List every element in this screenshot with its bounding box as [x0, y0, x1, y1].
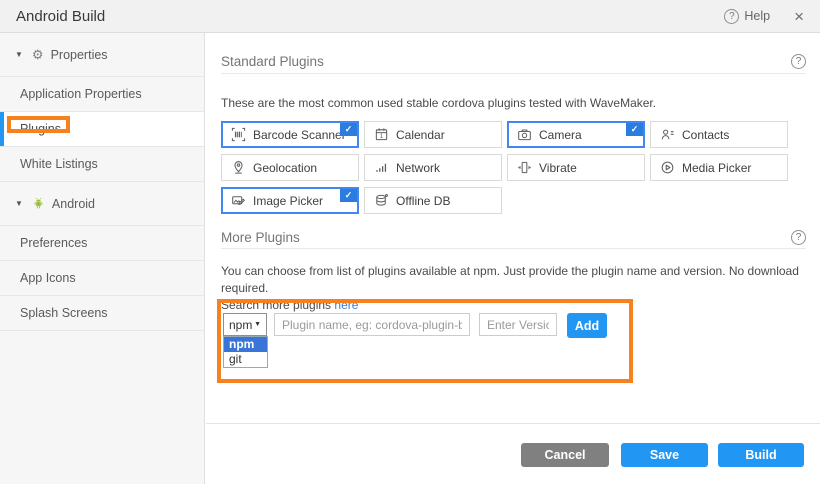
sidebar-item-label: Preferences — [20, 236, 87, 250]
sidebar-item-plugins[interactable]: Plugins — [0, 112, 204, 147]
plugin-name-input[interactable] — [274, 313, 470, 336]
section-divider — [221, 248, 806, 249]
more-plugins-header: More Plugins ? — [221, 229, 806, 245]
sidebar-item-splash-screens[interactable]: Splash Screens — [0, 296, 204, 331]
checkmark-icon: ✓ — [340, 189, 357, 202]
sidebar-item-application-properties[interactable]: Application Properties — [0, 77, 204, 112]
plugin-card-vibrate[interactable]: Vibrate — [507, 154, 645, 181]
checkmark-icon: ✓ — [340, 123, 357, 136]
search-here-link[interactable]: here — [334, 298, 358, 312]
sidebar-item-label: Properties — [51, 48, 108, 62]
main-content: Standard Plugins ? These are the most co… — [206, 33, 820, 484]
plugin-label: Offline DB — [396, 194, 450, 208]
plugin-card-offline-db[interactable]: Offline DB — [364, 187, 502, 214]
sidebar-item-white-listings[interactable]: White Listings — [0, 147, 204, 182]
vibrate-icon — [517, 160, 539, 175]
sidebar-item-android[interactable]: ▼ Android — [0, 182, 204, 226]
barcode-scanner-icon — [231, 127, 253, 142]
help-icon: ? — [724, 9, 739, 24]
sidebar-item-preferences[interactable]: Preferences — [0, 226, 204, 261]
plugin-label: Vibrate — [539, 161, 577, 175]
caret-down-icon: ▼ — [15, 50, 23, 59]
gear-icon: ⚙ — [32, 48, 44, 61]
help-button[interactable]: ? Help — [724, 9, 770, 24]
contacts-icon — [660, 127, 682, 142]
caret-down-icon: ▼ — [15, 199, 23, 208]
help-label: Help — [744, 9, 770, 23]
plugin-card-network[interactable]: Network — [364, 154, 502, 181]
dropdown-option-npm[interactable]: npm — [224, 337, 267, 352]
plugin-label: Geolocation — [253, 161, 317, 175]
source-select-value: npm — [229, 318, 252, 332]
plugin-card-media-picker[interactable]: Media Picker — [650, 154, 788, 181]
plugin-card-calendar[interactable]: 1 Calendar — [364, 121, 502, 148]
description-text: You can choose from list of plugins avai… — [221, 264, 799, 295]
source-select-dropdown: npm git — [223, 336, 268, 368]
calendar-icon: 1 — [374, 127, 396, 142]
section-divider — [221, 73, 806, 74]
dropdown-option-git[interactable]: git — [224, 352, 267, 367]
chevron-down-icon: ▼ — [254, 321, 261, 328]
save-button[interactable]: Save — [621, 443, 708, 467]
plugin-label: Media Picker — [682, 161, 751, 175]
media-picker-icon — [660, 160, 682, 175]
plugin-card-camera[interactable]: Camera ✓ — [507, 121, 645, 148]
image-picker-icon — [231, 193, 253, 208]
geolocation-icon — [231, 160, 253, 175]
section-help-icon[interactable]: ? — [791, 54, 806, 69]
plugin-label: Camera — [539, 128, 582, 142]
sidebar-item-label: White Listings — [20, 157, 98, 171]
camera-icon — [517, 127, 539, 142]
plugin-card-image-picker[interactable]: Image Picker ✓ — [221, 187, 359, 214]
network-icon — [374, 160, 396, 175]
svg-text:1: 1 — [380, 133, 384, 140]
add-plugin-controls: npm ▼ Add — [223, 313, 607, 338]
plugin-card-barcode-scanner[interactable]: Barcode Scanner ✓ — [221, 121, 359, 148]
plugin-label: Contacts — [682, 128, 729, 142]
search-more-text: Search more plugins — [221, 298, 334, 312]
cancel-button[interactable]: Cancel — [521, 443, 609, 467]
plugin-grid: Barcode Scanner ✓ 1 Calendar Came — [221, 121, 788, 214]
sidebar-item-label: Plugins — [20, 122, 61, 136]
plugin-card-contacts[interactable]: Contacts — [650, 121, 788, 148]
android-icon — [32, 197, 45, 210]
close-icon[interactable]: × — [794, 8, 804, 25]
checkmark-icon: ✓ — [626, 123, 643, 136]
section-title: Standard Plugins — [221, 54, 324, 69]
dialog-header: Android Build ? Help × — [0, 0, 820, 33]
plugin-card-geolocation[interactable]: Geolocation — [221, 154, 359, 181]
section-title: More Plugins — [221, 230, 300, 245]
plugin-version-input[interactable] — [479, 313, 557, 336]
sidebar-item-properties[interactable]: ▼ ⚙ Properties — [0, 33, 204, 77]
sidebar: ▼ ⚙ Properties Application Properties Pl… — [0, 33, 205, 484]
build-button[interactable]: Build — [718, 443, 804, 467]
selected-indicator — [0, 112, 4, 146]
offline-db-icon — [374, 193, 396, 208]
sidebar-item-label: App Icons — [20, 271, 76, 285]
standard-plugins-description: These are the most common used stable co… — [221, 95, 656, 112]
section-help-icon[interactable]: ? — [791, 230, 806, 245]
standard-plugins-header: Standard Plugins ? — [221, 53, 806, 69]
sidebar-item-app-icons[interactable]: App Icons — [0, 261, 204, 296]
add-button[interactable]: Add — [567, 313, 607, 338]
plugin-label: Image Picker — [253, 194, 323, 208]
plugin-label: Network — [396, 161, 440, 175]
footer-divider — [206, 423, 820, 424]
plugin-label: Calendar — [396, 128, 445, 142]
more-plugins-description: You can choose from list of plugins avai… — [221, 263, 806, 314]
source-select[interactable]: npm ▼ — [223, 313, 267, 336]
sidebar-item-label: Splash Screens — [20, 306, 108, 320]
sidebar-item-label: Application Properties — [20, 87, 142, 101]
sidebar-item-label: Android — [52, 197, 95, 211]
plugin-label: Barcode Scanner — [253, 128, 346, 142]
page-title: Android Build — [16, 8, 105, 25]
